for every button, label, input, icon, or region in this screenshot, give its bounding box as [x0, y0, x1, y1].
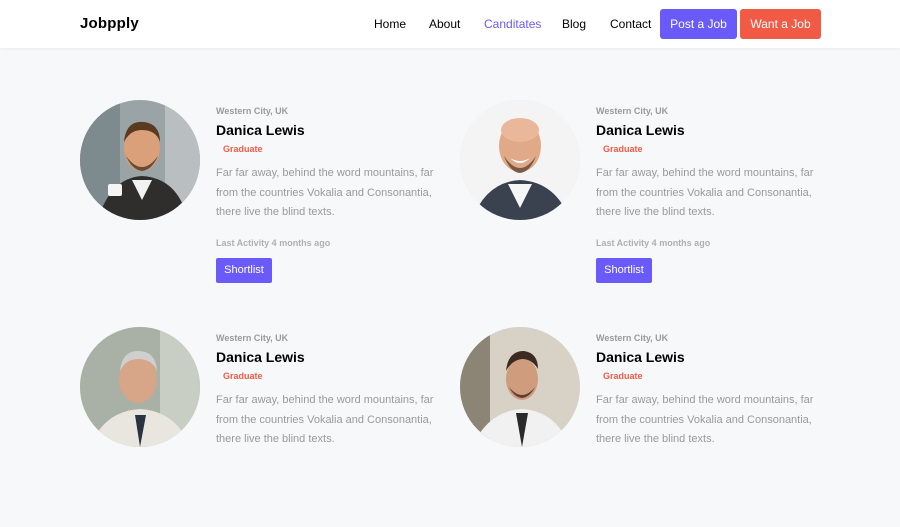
candidate-location: Western City, UK: [596, 106, 669, 116]
candidate-card: Western City, UK Danica Lewis Graduate F…: [460, 100, 830, 300]
candidate-card: Western City, UK Danica Lewis Graduate F…: [460, 327, 830, 527]
candidate-location: Western City, UK: [216, 106, 289, 116]
candidate-description: Far far away, behind the word mountains,…: [596, 394, 814, 445]
last-activity: Last Activity 4 months ago: [596, 238, 711, 248]
candidate-name[interactable]: Danica Lewis: [216, 122, 305, 138]
candidate-location: Western City, UK: [216, 333, 289, 343]
shortlist-button[interactable]: Shortlist: [596, 258, 652, 283]
nav-home[interactable]: Home: [374, 17, 406, 31]
candidate-card: Western City, UK Danica Lewis Graduate F…: [80, 100, 450, 300]
candidate-name[interactable]: Danica Lewis: [596, 122, 685, 138]
candidate-photo[interactable]: [460, 327, 580, 447]
graduate-badge: Graduate: [223, 371, 263, 381]
top-navbar: Jobpply Home About Canditates Blog Conta…: [0, 0, 900, 48]
smiling-man-holding-cup-photo: [80, 100, 200, 220]
older-man-in-tie-photo: [80, 327, 200, 447]
candidate-card: Western City, UK Danica Lewis Graduate F…: [80, 327, 450, 527]
young-man-in-shirt-photo: [460, 327, 580, 447]
want-job-button[interactable]: Want a Job: [740, 9, 821, 39]
candidate-description: Far far away, behind the word mountains,…: [216, 394, 434, 445]
nav-contact[interactable]: Contact: [610, 17, 651, 31]
graduate-badge: Graduate: [603, 144, 643, 154]
graduate-badge: Graduate: [603, 371, 643, 381]
last-activity: Last Activity 4 months ago: [216, 238, 331, 248]
candidate-photo[interactable]: [460, 100, 580, 220]
nav-candidates[interactable]: Canditates: [484, 17, 541, 31]
nav-about[interactable]: About: [429, 17, 460, 31]
nav-blog[interactable]: Blog: [562, 17, 586, 31]
post-job-button[interactable]: Post a Job: [660, 9, 737, 39]
candidate-name[interactable]: Danica Lewis: [596, 349, 685, 365]
shortlist-button[interactable]: Shortlist: [216, 258, 272, 283]
candidate-photo[interactable]: [80, 100, 200, 220]
graduate-badge: Graduate: [223, 144, 263, 154]
candidate-name[interactable]: Danica Lewis: [216, 349, 305, 365]
site-logo[interactable]: Jobpply: [80, 15, 139, 32]
candidate-photo[interactable]: [80, 327, 200, 447]
laughing-bald-man-photo: [460, 100, 580, 220]
candidate-location: Western City, UK: [596, 333, 669, 343]
candidate-description: Far far away, behind the word mountains,…: [596, 167, 814, 218]
candidate-description: Far far away, behind the word mountains,…: [216, 167, 434, 218]
